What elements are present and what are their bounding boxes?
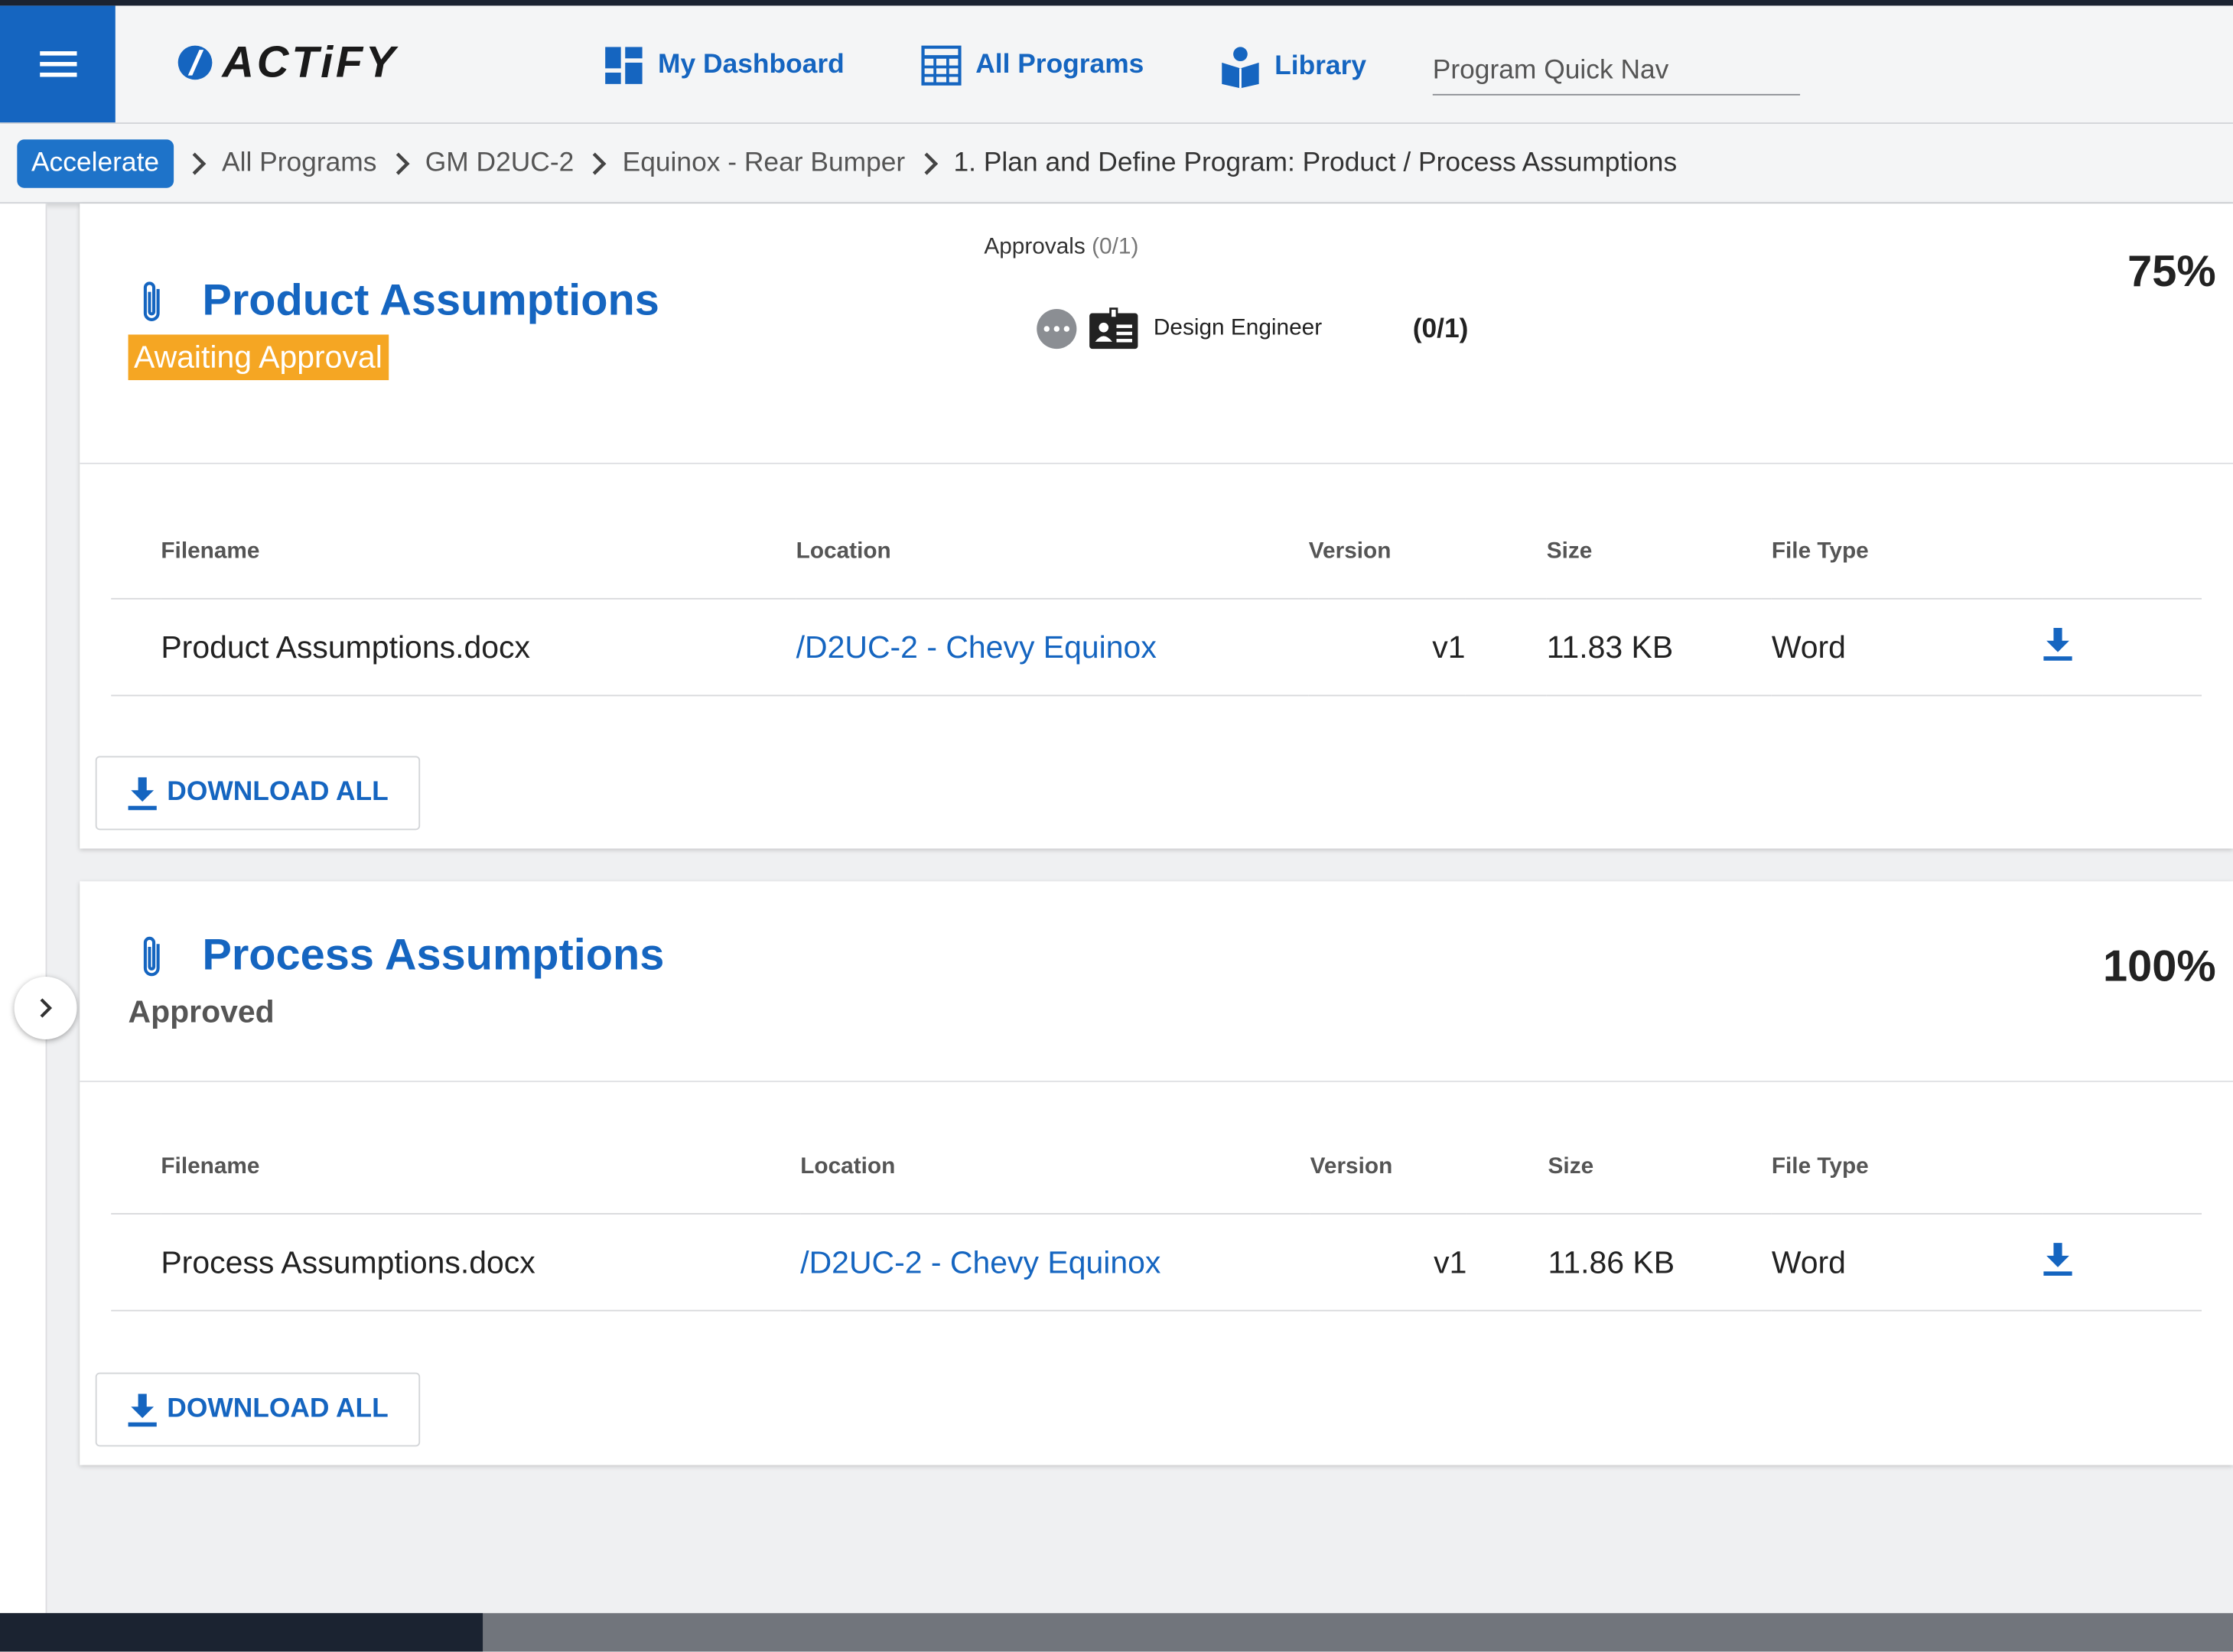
approver-role: Design Engineer: [1153, 316, 1323, 340]
column-header-size[interactable]: Size: [1548, 1120, 1772, 1215]
nav-all-programs[interactable]: All Programs: [921, 45, 1144, 86]
column-header-filename[interactable]: Filename: [161, 505, 796, 600]
approvals-label: Approvals (0/1): [984, 235, 1138, 261]
approver-row: Design Engineer: [1037, 307, 1322, 350]
column-header-version[interactable]: Version: [1308, 505, 1466, 600]
download-all-label: DOWNLOAD ALL: [167, 777, 389, 808]
process-assumptions-card: Process Assumptions Approved 100% Filena…: [80, 881, 2233, 1465]
download-icon: [129, 777, 158, 811]
expand-sidebar-button[interactable]: [14, 977, 77, 1039]
column-header-size[interactable]: Size: [1546, 505, 1772, 600]
file-name: Product Assumptions.docx: [161, 598, 796, 697]
logo-mark-icon: [177, 45, 213, 80]
hamburger-icon: [39, 51, 76, 77]
dashboard-icon: [605, 47, 643, 84]
table-row: Product Assumptions.docx /D2UC-2 - Chevy…: [111, 598, 2202, 697]
bottom-bar-segment: [0, 1613, 483, 1652]
left-rail: [0, 203, 47, 1614]
completion-percent: 75%: [2127, 246, 2216, 297]
column-header-location[interactable]: Location: [796, 505, 1309, 600]
column-header-location[interactable]: Location: [800, 1120, 1310, 1215]
download-icon[interactable]: [2043, 1240, 2074, 1286]
app-header: ACTiFY My Dashboard All Programs Library…: [0, 5, 2233, 124]
approvals-count: (0/1): [1092, 235, 1139, 259]
chevron-right-icon: [40, 998, 53, 1018]
file-size: 11.86 KB: [1548, 1214, 1772, 1312]
download-all-button[interactable]: DOWNLOAD ALL: [95, 1372, 421, 1447]
nav-label: Library: [1274, 51, 1367, 82]
card-title[interactable]: Product Assumptions: [202, 275, 659, 326]
file-size: 11.83 KB: [1546, 598, 1772, 697]
file-location-link[interactable]: /D2UC-2 - Chevy Equinox: [800, 1244, 1160, 1280]
nav-library[interactable]: Library: [1220, 46, 1366, 89]
top-strip: [0, 0, 2233, 6]
breadcrumb-item[interactable]: All Programs: [222, 148, 376, 179]
download-all-button[interactable]: DOWNLOAD ALL: [95, 756, 421, 831]
paperclip-icon: [143, 936, 160, 977]
column-header-filename[interactable]: Filename: [161, 1120, 801, 1215]
paperclip-icon: [143, 281, 160, 321]
download-icon[interactable]: [2043, 624, 2074, 670]
nav-my-dashboard[interactable]: My Dashboard: [604, 46, 845, 86]
status-badge: Approved: [128, 993, 275, 1029]
breadcrumb-item[interactable]: Equinox - Rear Bumper: [623, 148, 906, 179]
files-table: Filename Location Version Size File Type…: [111, 1120, 2202, 1312]
card-header: Product Assumptions Awaiting Approval Ap…: [80, 203, 2233, 464]
column-header-version[interactable]: Version: [1310, 1120, 1467, 1215]
chevron-right-icon: [923, 150, 939, 176]
files-table: Filename Location Version Size File Type…: [111, 505, 2202, 697]
hamburger-menu-button[interactable]: [0, 5, 116, 123]
more-options-icon[interactable]: [1037, 308, 1077, 350]
table-header-row: Filename Location Version Size File Type: [111, 1120, 2202, 1215]
file-version: v1: [1308, 598, 1466, 697]
table-header-row: Filename Location Version Size File Type: [111, 505, 2202, 600]
file-name: Process Assumptions.docx: [161, 1214, 801, 1312]
book-icon: [1222, 47, 1259, 89]
breadcrumb-badge-accelerate[interactable]: Accelerate: [17, 138, 174, 187]
nav-label: My Dashboard: [658, 50, 845, 80]
card-title[interactable]: Process Assumptions: [202, 930, 664, 981]
file-type: Word: [1771, 1214, 2043, 1312]
file-version: v1: [1310, 1214, 1467, 1312]
card-header: Process Assumptions Approved 100%: [80, 881, 2233, 1082]
completion-percent: 100%: [2103, 941, 2216, 991]
column-header-filetype[interactable]: File Type: [1771, 505, 2043, 600]
product-assumptions-card: Product Assumptions Awaiting Approval Ap…: [80, 203, 2233, 849]
bottom-bar: [0, 1613, 2233, 1652]
logo-text: ACTiFY: [222, 37, 399, 87]
grid-icon: [921, 45, 962, 86]
program-quick-nav-input[interactable]: [1432, 48, 1801, 96]
breadcrumb-item[interactable]: GM D2UC-2: [425, 148, 575, 179]
breadcrumb: Accelerate All Programs GM D2UC-2 Equino…: [0, 123, 2233, 204]
download-icon: [129, 1393, 158, 1427]
column-header-filetype[interactable]: File Type: [1771, 1120, 2043, 1215]
chevron-right-icon: [591, 150, 608, 176]
role-approval-count: (0/1): [1412, 314, 1469, 345]
file-type: Word: [1771, 598, 2043, 697]
chevron-right-icon: [190, 150, 207, 176]
download-all-label: DOWNLOAD ALL: [167, 1393, 389, 1424]
nav-label: All Programs: [975, 50, 1144, 80]
actify-logo[interactable]: ACTiFY: [177, 37, 398, 88]
breadcrumb-current: 1. Plan and Define Program: Product / Pr…: [953, 147, 1678, 177]
table-row: Process Assumptions.docx /D2UC-2 - Chevy…: [111, 1214, 2202, 1312]
chevron-right-icon: [394, 150, 411, 176]
file-location-link[interactable]: /D2UC-2 - Chevy Equinox: [796, 629, 1157, 665]
status-badge: Awaiting Approval: [128, 334, 389, 381]
approvals-text: Approvals: [984, 235, 1086, 259]
id-card-icon: [1089, 307, 1138, 350]
